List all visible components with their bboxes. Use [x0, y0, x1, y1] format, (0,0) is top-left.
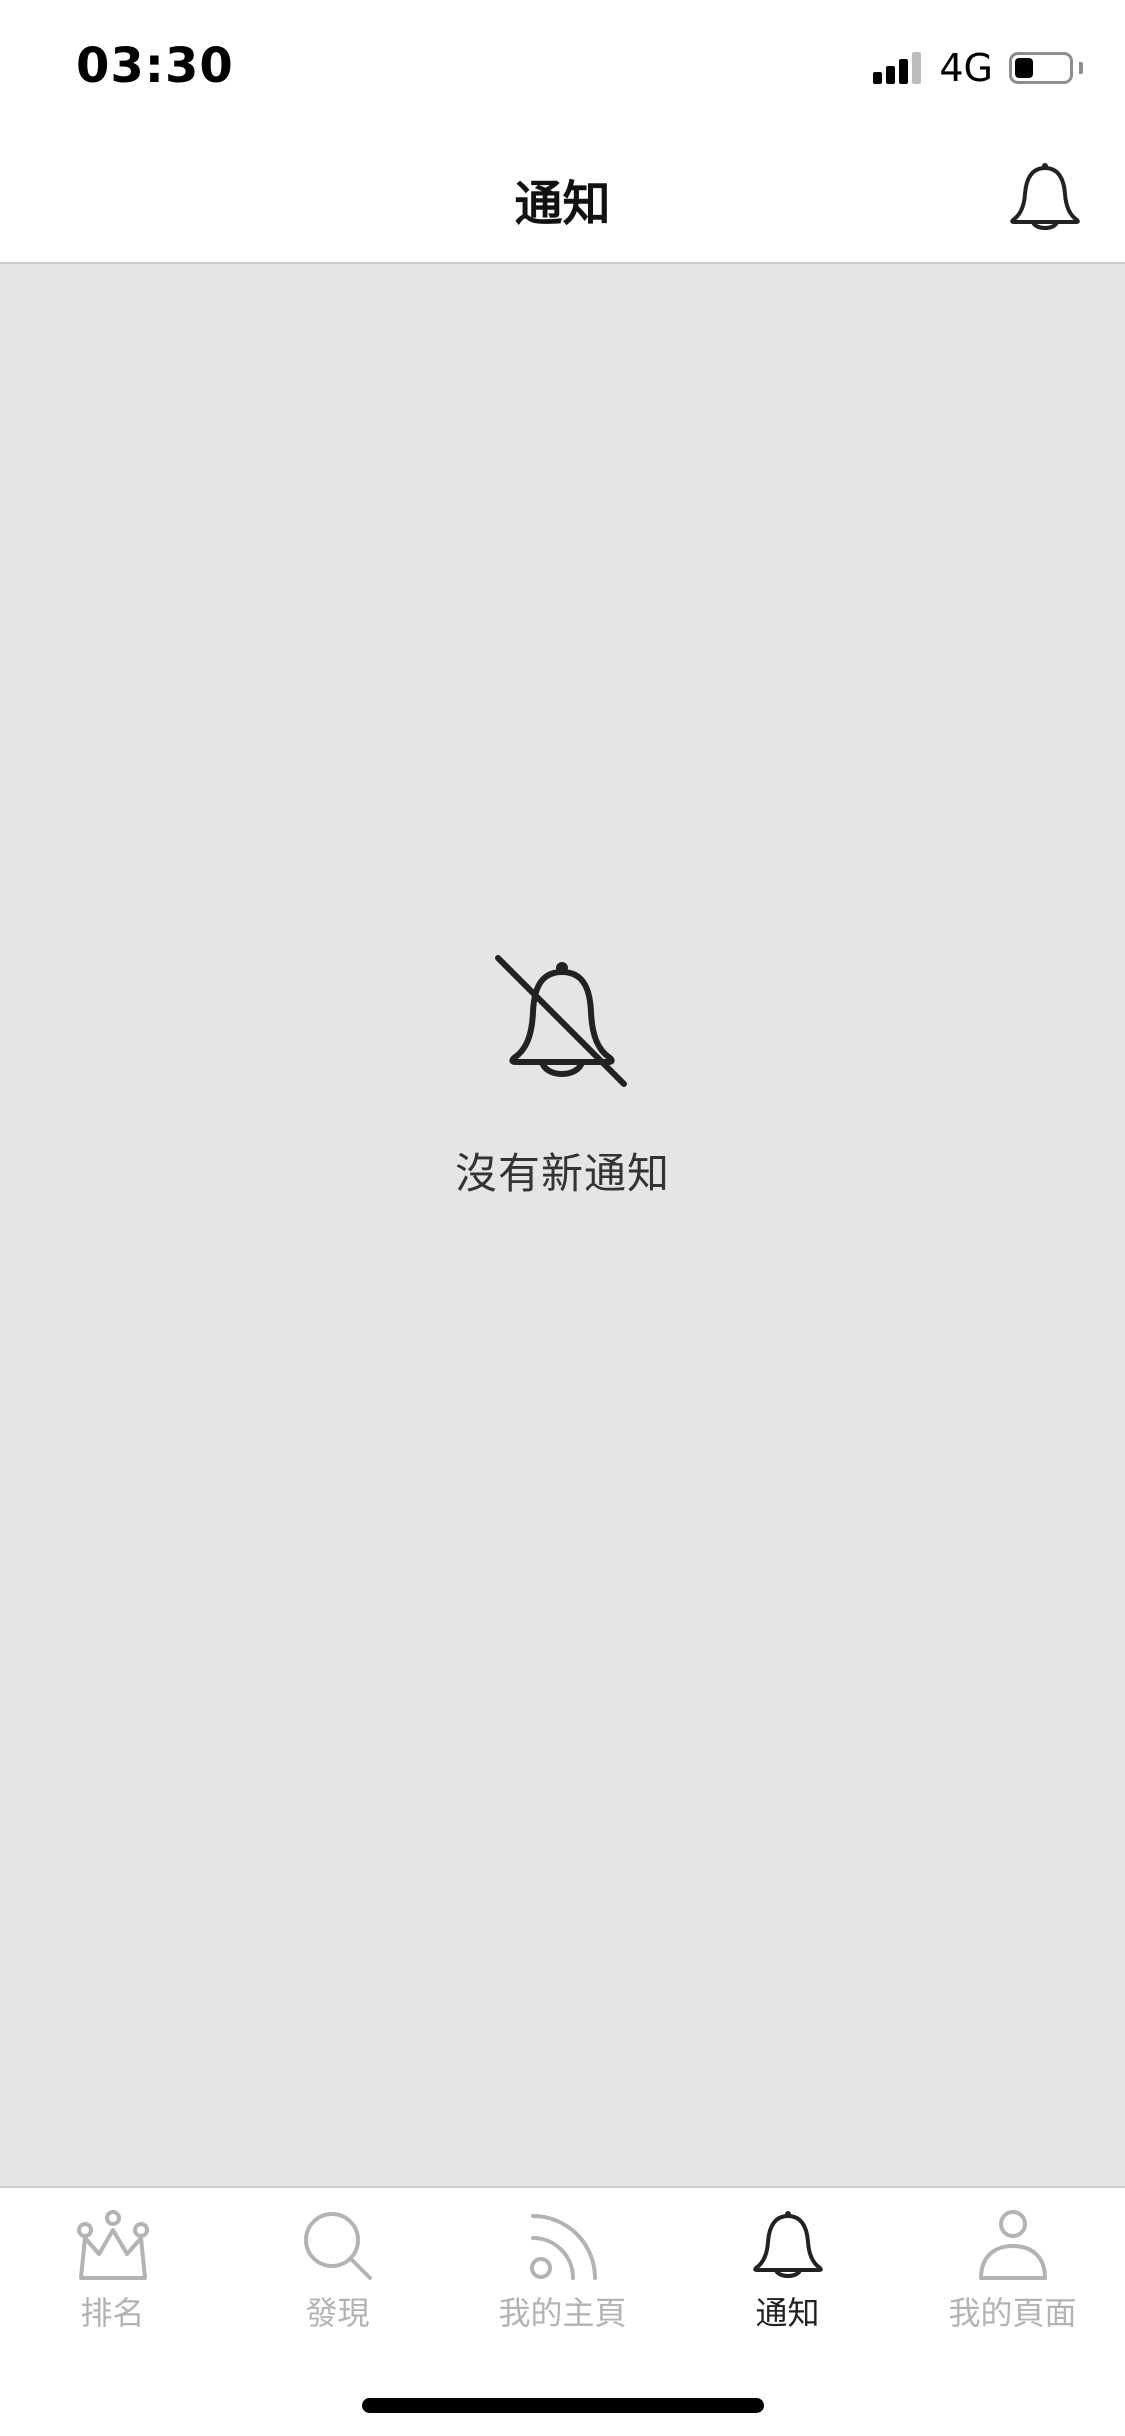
battery-icon	[1009, 52, 1073, 84]
tab-label: 通知	[755, 2294, 820, 2332]
bell-icon	[675, 2208, 900, 2284]
tab-label: 發現	[305, 2294, 370, 2332]
status-indicators: 4G	[873, 46, 1083, 90]
bell-icon[interactable]	[1007, 160, 1083, 236]
home-indicator[interactable]	[362, 2398, 764, 2413]
header: 通知	[0, 132, 1125, 264]
tab-label: 我的主頁	[498, 2294, 627, 2332]
empty-state-message: 沒有新通知	[454, 1149, 670, 1198]
crown-icon	[0, 2208, 225, 2284]
tab-ranking[interactable]: 排名	[0, 2208, 225, 2338]
status-time: 03:30	[76, 38, 234, 94]
tab-notifications[interactable]: 通知	[675, 2208, 900, 2338]
feed-icon	[450, 2208, 675, 2284]
status-bar: 03:30 4G	[0, 0, 1125, 132]
signal-strength-icon	[873, 52, 925, 84]
tab-discover[interactable]: 發現	[225, 2208, 450, 2338]
battery-level	[1015, 58, 1033, 78]
person-icon	[900, 2208, 1125, 2284]
page-title: 通知	[514, 176, 611, 232]
tab-label: 排名	[80, 2294, 145, 2332]
bell-off-icon	[494, 954, 630, 1090]
network-type: 4G	[939, 46, 993, 90]
notifications-content: 沒有新通知	[0, 264, 1125, 2186]
search-icon	[225, 2208, 450, 2284]
battery-cap	[1079, 62, 1083, 74]
tab-my-home[interactable]: 我的主頁	[450, 2208, 675, 2338]
tab-label: 我的頁面	[948, 2294, 1077, 2332]
tab-my-page[interactable]: 我的頁面	[900, 2208, 1125, 2338]
